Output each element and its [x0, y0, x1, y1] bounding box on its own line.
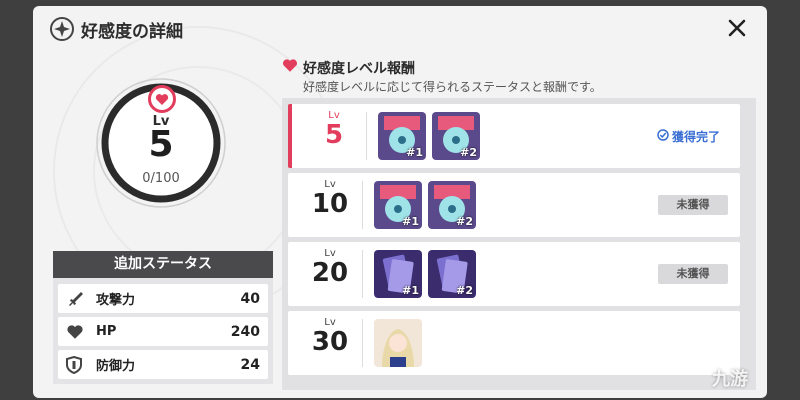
status-list: 攻撃力 40 HP 240 防御力 24: [53, 278, 273, 384]
reward-number: #2: [456, 215, 473, 228]
reward-row: Lv 10 #1 #2 未獲得: [288, 173, 740, 237]
stat-label: HP: [96, 324, 117, 339]
heart-icon: [66, 324, 88, 340]
check-circle-icon: [657, 129, 669, 144]
level-value: 30: [311, 327, 349, 357]
divider: [362, 181, 363, 229]
reward-number: #1: [406, 146, 423, 159]
reward-number: #2: [460, 146, 477, 159]
disc-reward-icon[interactable]: #2: [428, 181, 476, 229]
page-title: 好感度の詳細: [81, 22, 183, 42]
heart-icon: [282, 58, 298, 77]
level-value: 10: [311, 189, 349, 219]
watermark-logo: 九游: [712, 369, 748, 389]
level-value: 5: [148, 124, 174, 165]
reward-number: #2: [456, 284, 473, 297]
status-title: 追加ステータス: [53, 251, 273, 278]
stat-label: 防御力: [96, 359, 136, 374]
character-portrait-icon[interactable]: [374, 319, 422, 367]
heart-icon: [148, 85, 176, 113]
stat-row-defense: 防御力 24: [58, 350, 268, 379]
disc-reward-icon[interactable]: #2: [432, 112, 480, 160]
flower-emblem-icon: [49, 16, 75, 42]
close-icon[interactable]: [723, 14, 751, 42]
reward-row: Lv 30: [288, 311, 740, 375]
divider: [362, 319, 363, 367]
divider: [362, 250, 363, 298]
stat-value: 240: [230, 323, 260, 340]
shield-icon: [66, 355, 88, 374]
card-reward-icon[interactable]: #2: [428, 250, 476, 298]
stat-label: 攻撃力: [96, 293, 136, 308]
stat-value: 40: [240, 290, 260, 307]
reward-level: Lv 30: [308, 317, 352, 356]
claimed-status: 獲得完了: [657, 128, 720, 145]
rewards-title: 好感度レベル報酬: [303, 61, 415, 77]
disc-reward-icon[interactable]: #1: [374, 181, 422, 229]
reward-level: Lv 10: [308, 179, 352, 218]
reward-number: #1: [402, 215, 419, 228]
divider: [366, 112, 367, 160]
reward-row: Lv 5 #1 #2 獲得完了: [288, 104, 740, 168]
unclaimed-badge: 未獲得: [658, 264, 728, 284]
level-progress: 0/100: [142, 171, 180, 186]
unclaimed-badge: 未獲得: [658, 195, 728, 215]
disc-reward-icon[interactable]: #1: [378, 112, 426, 160]
reward-list[interactable]: Lv 5 #1 #2 獲得完了 Lv 10 #1 #2 未獲得 Lv 20 #1…: [282, 98, 756, 390]
level-value: 5: [324, 120, 344, 150]
reward-level: Lv 5: [312, 110, 356, 149]
stat-value: 24: [240, 356, 260, 373]
reward-level: Lv 20: [308, 248, 352, 287]
affection-detail-panel: 好感度の詳細 Lv 5 0/100 追加ステータス 攻撃力 40 HP 240: [33, 6, 767, 398]
stat-row-attack: 攻撃力 40: [58, 284, 268, 313]
claimed-label: 獲得完了: [672, 130, 721, 144]
stat-row-hp: HP 240: [58, 317, 268, 346]
rewards-description: 好感度レベルに応じて得られるステータスと報酬です。: [303, 80, 602, 94]
card-reward-icon[interactable]: #1: [374, 250, 422, 298]
sword-icon: [66, 290, 88, 308]
level-value: 20: [311, 258, 349, 288]
reward-number: #1: [402, 284, 419, 297]
reward-row: Lv 20 #1 #2 未獲得: [288, 242, 740, 306]
